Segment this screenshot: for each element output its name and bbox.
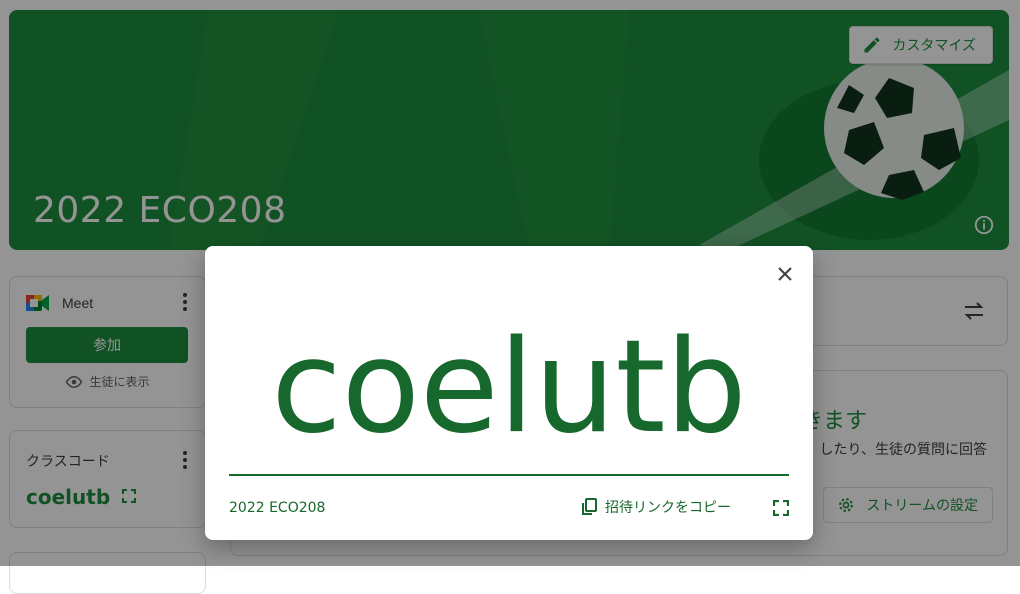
close-button[interactable] [773,262,797,286]
copy-icon [582,498,597,515]
copy-invite-link-button[interactable]: 招待リンクをコピー [581,497,731,517]
close-icon [778,267,792,281]
dialog-class-name: 2022 ECO208 [229,500,326,516]
fullscreen-icon[interactable] [773,500,789,516]
copy-invite-link-label: 招待リンクをコピー [605,499,731,515]
class-code-dialog: coelutb 2022 ECO208 招待リンクをコピー [205,246,813,540]
dialog-class-code: coelutb [271,313,747,462]
dialog-divider [229,474,789,476]
